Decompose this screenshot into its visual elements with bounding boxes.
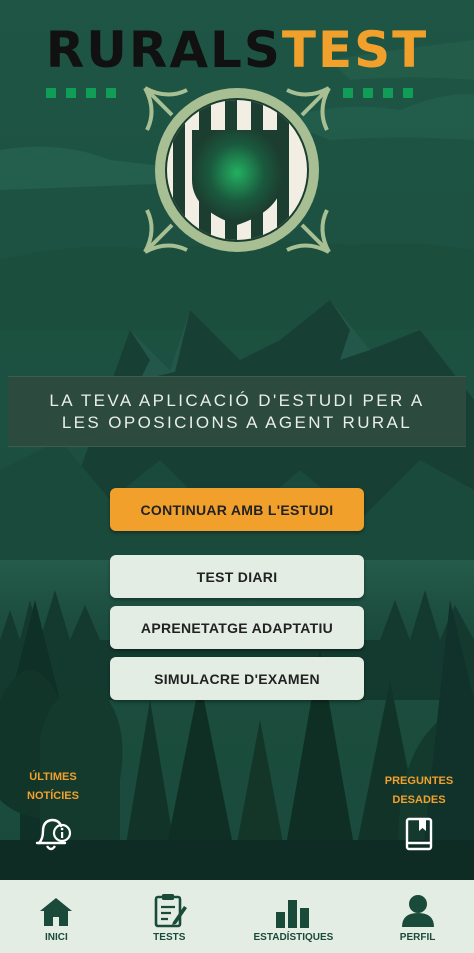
nav-item-statistics[interactable]: ESTADÍSTIQUES <box>226 880 361 953</box>
nav-label-tests: TESTS <box>153 932 186 943</box>
nav-label-home: INICI <box>45 932 68 943</box>
app-tagline: LA TEVA APLICACIÓ D'ESTUDI PER A LES OPO… <box>8 376 466 447</box>
bar-chart-icon <box>276 900 310 928</box>
nav-item-profile[interactable]: PERFIL <box>361 880 474 953</box>
continue-study-button[interactable]: CONTINUAR AMB L'ESTUDI <box>110 488 364 531</box>
user-icon <box>401 895 434 927</box>
latest-news-shortcut[interactable]: ÚLTIMES NOTÍCIES <box>8 768 98 854</box>
logo-dots-right <box>343 88 413 98</box>
clipboard-icon <box>154 894 188 928</box>
bell-info-icon <box>35 818 72 851</box>
home-icon <box>40 898 73 926</box>
latest-news-label-2: NOTÍCIES <box>27 790 79 802</box>
bookmark-book-icon <box>405 817 433 851</box>
nav-label-profile: PERFIL <box>399 932 436 943</box>
app-logo-title: RURALSTEST <box>0 24 474 76</box>
saved-questions-shortcut[interactable]: PREGUNTES DESADES <box>374 772 464 852</box>
latest-news-label-1: ÚLTIMES <box>29 771 77 783</box>
title-part-rurals: RURALS <box>45 21 282 79</box>
saved-questions-label-1: PREGUNTES <box>384 775 454 787</box>
title-part-test: TEST <box>281 21 429 79</box>
saved-questions-label-2: DESADES <box>392 794 446 806</box>
daily-test-button[interactable]: TEST DIARI <box>110 555 364 598</box>
adaptive-learning-button[interactable]: APRENETATGE ADAPTATIU <box>110 606 364 649</box>
nav-item-home[interactable]: INICI <box>0 880 113 953</box>
nav-label-statistics: ESTADÍSTIQUES <box>253 932 334 943</box>
logo-dots-left <box>46 88 116 98</box>
bottom-navigation: INICI TESTS ESTADÍSTIQUES PERFIL <box>0 880 474 953</box>
shield-emblem-icon <box>143 86 331 254</box>
nav-item-tests[interactable]: TESTS <box>113 880 226 953</box>
exam-simulation-button[interactable]: SIMULACRE D'EXAMEN <box>110 657 364 700</box>
